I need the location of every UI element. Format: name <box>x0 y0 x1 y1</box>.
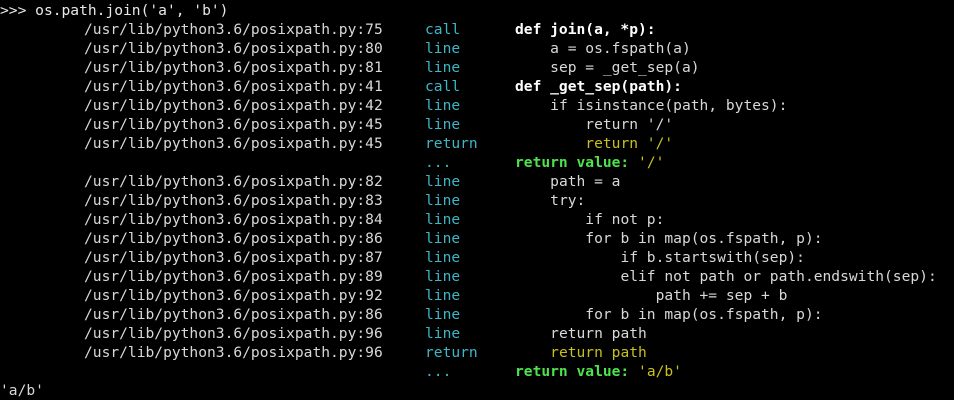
source-indent <box>515 173 550 190</box>
source-code: elif not path or path.endswith(sep): <box>620 268 937 285</box>
source-code: if not p: <box>585 211 665 228</box>
source-indent <box>515 287 656 304</box>
trace-source: def join(a, *p): <box>515 20 656 39</box>
source-code: for b in map(os.fspath, p): <box>585 230 823 247</box>
trace-source: return '/' <box>515 134 673 153</box>
trace-source: def _get_sep(path): <box>515 77 682 96</box>
trace-event: return <box>425 344 478 361</box>
source-code: try: <box>550 192 586 209</box>
trace-event: ... <box>425 363 452 380</box>
trace-file-location: /usr/lib/python3.6/posixpath.py:41 <box>84 78 383 95</box>
trace-source: if not p: <box>515 210 664 229</box>
trace-event: line <box>425 249 461 266</box>
trace-source: for b in map(os.fspath, p): <box>515 229 823 248</box>
trace-file-location: /usr/lib/python3.6/posixpath.py:75 <box>84 21 383 38</box>
source-indent <box>515 192 550 209</box>
trace-source: if b.startswith(sep): <box>515 248 805 267</box>
prompt-line: >>> os.path.join('a', 'b') <box>0 1 228 20</box>
trace-file-location: /usr/lib/python3.6/posixpath.py:89 <box>84 268 383 285</box>
trace-source: for b in map(os.fspath, p): <box>515 305 823 324</box>
trace-source: if isinstance(path, bytes): <box>515 96 787 115</box>
trace-file-location: /usr/lib/python3.6/posixpath.py:87 <box>84 249 383 266</box>
return-value: 'a/b' <box>638 363 682 380</box>
result-line: 'a/b' <box>0 381 44 400</box>
source-code: path = a <box>550 173 621 190</box>
trace-file-location: /usr/lib/python3.6/posixpath.py:84 <box>84 211 383 228</box>
return-value-label: return value: <box>515 363 630 380</box>
source-code: sep = _get_sep(a) <box>550 59 700 76</box>
trace-source: sep = _get_sep(a) <box>515 58 700 77</box>
trace-event: line <box>425 116 461 133</box>
trace-file-location: /usr/lib/python3.6/posixpath.py:96 <box>84 344 383 361</box>
trace-source: return path <box>515 324 647 343</box>
trace-file-location: /usr/lib/python3.6/posixpath.py:83 <box>84 192 383 209</box>
trace-source: path = a <box>515 172 620 191</box>
trace-event: line <box>425 173 461 190</box>
trace-source: try: <box>515 191 585 210</box>
trace-source: elif not path or path.endswith(sep): <box>515 267 937 286</box>
source-indent <box>515 211 585 228</box>
source-code: a = os.fspath(a) <box>550 40 691 57</box>
trace-event: line <box>425 40 461 57</box>
source-indent <box>515 40 550 57</box>
trace-source: return value: '/' <box>515 153 664 172</box>
trace-event: return <box>425 135 478 152</box>
source-indent <box>515 135 585 152</box>
source-code: return path <box>550 325 647 342</box>
trace-event: line <box>425 211 461 228</box>
trace-file-location: /usr/lib/python3.6/posixpath.py:86 <box>84 230 383 247</box>
trace-file-location: /usr/lib/python3.6/posixpath.py:42 <box>84 97 383 114</box>
result-value: 'a/b' <box>0 382 44 399</box>
source-indent <box>515 59 550 76</box>
trace-event: call <box>425 78 461 95</box>
trace-event: line <box>425 97 461 114</box>
prompt-symbol: >>> <box>0 2 27 19</box>
source-code: for b in map(os.fspath, p): <box>585 306 823 323</box>
return-value: '/' <box>638 154 665 171</box>
source-indent <box>515 306 585 323</box>
source-code: if b.startswith(sep): <box>620 249 805 266</box>
trace-file-location: /usr/lib/python3.6/posixpath.py:81 <box>84 59 383 76</box>
source-indent <box>515 325 550 342</box>
source-code: def join(a, *p): <box>515 21 656 38</box>
trace-event: call <box>425 21 461 38</box>
source-indent <box>515 116 585 133</box>
trace-event: line <box>425 230 461 247</box>
trace-file-location: /usr/lib/python3.6/posixpath.py:86 <box>84 306 383 323</box>
trace-source: return path <box>515 343 647 362</box>
return-value-label: return value: <box>515 154 630 171</box>
trace-source: return '/' <box>515 115 673 134</box>
trace-event: line <box>425 268 461 285</box>
trace-file-location: /usr/lib/python3.6/posixpath.py:96 <box>84 325 383 342</box>
trace-source: a = os.fspath(a) <box>515 39 691 58</box>
trace-event: line <box>425 325 461 342</box>
trace-event: line <box>425 287 461 304</box>
trace-source: path += sep + b <box>515 286 788 305</box>
source-code: def _get_sep(path): <box>515 78 682 95</box>
source-indent <box>515 268 620 285</box>
trace-event: line <box>425 192 461 209</box>
trace-file-location: /usr/lib/python3.6/posixpath.py:82 <box>84 173 383 190</box>
source-indent <box>515 249 620 266</box>
trace-event: line <box>425 306 461 323</box>
trace-event: ... <box>425 154 452 171</box>
prompt-command: os.path.join('a', 'b') <box>35 2 229 19</box>
trace-file-location: /usr/lib/python3.6/posixpath.py:80 <box>84 40 383 57</box>
trace-file-location: /usr/lib/python3.6/posixpath.py:45 <box>84 135 383 152</box>
trace-event: line <box>425 59 461 76</box>
source-code: path += sep + b <box>655 287 788 304</box>
source-code: if isinstance(path, bytes): <box>550 97 788 114</box>
source-code: return '/' <box>585 135 674 152</box>
source-indent <box>515 97 550 114</box>
source-indent <box>515 344 550 361</box>
trace-file-location: /usr/lib/python3.6/posixpath.py:45 <box>84 116 383 133</box>
source-code: return '/' <box>585 116 674 133</box>
trace-source: return value: 'a/b' <box>515 362 682 381</box>
terminal-window[interactable]: >>> os.path.join('a', 'b') /usr/lib/pyth… <box>0 0 954 400</box>
trace-file-location: /usr/lib/python3.6/posixpath.py:92 <box>84 287 383 304</box>
source-indent <box>515 230 585 247</box>
source-code: return path <box>550 344 647 361</box>
